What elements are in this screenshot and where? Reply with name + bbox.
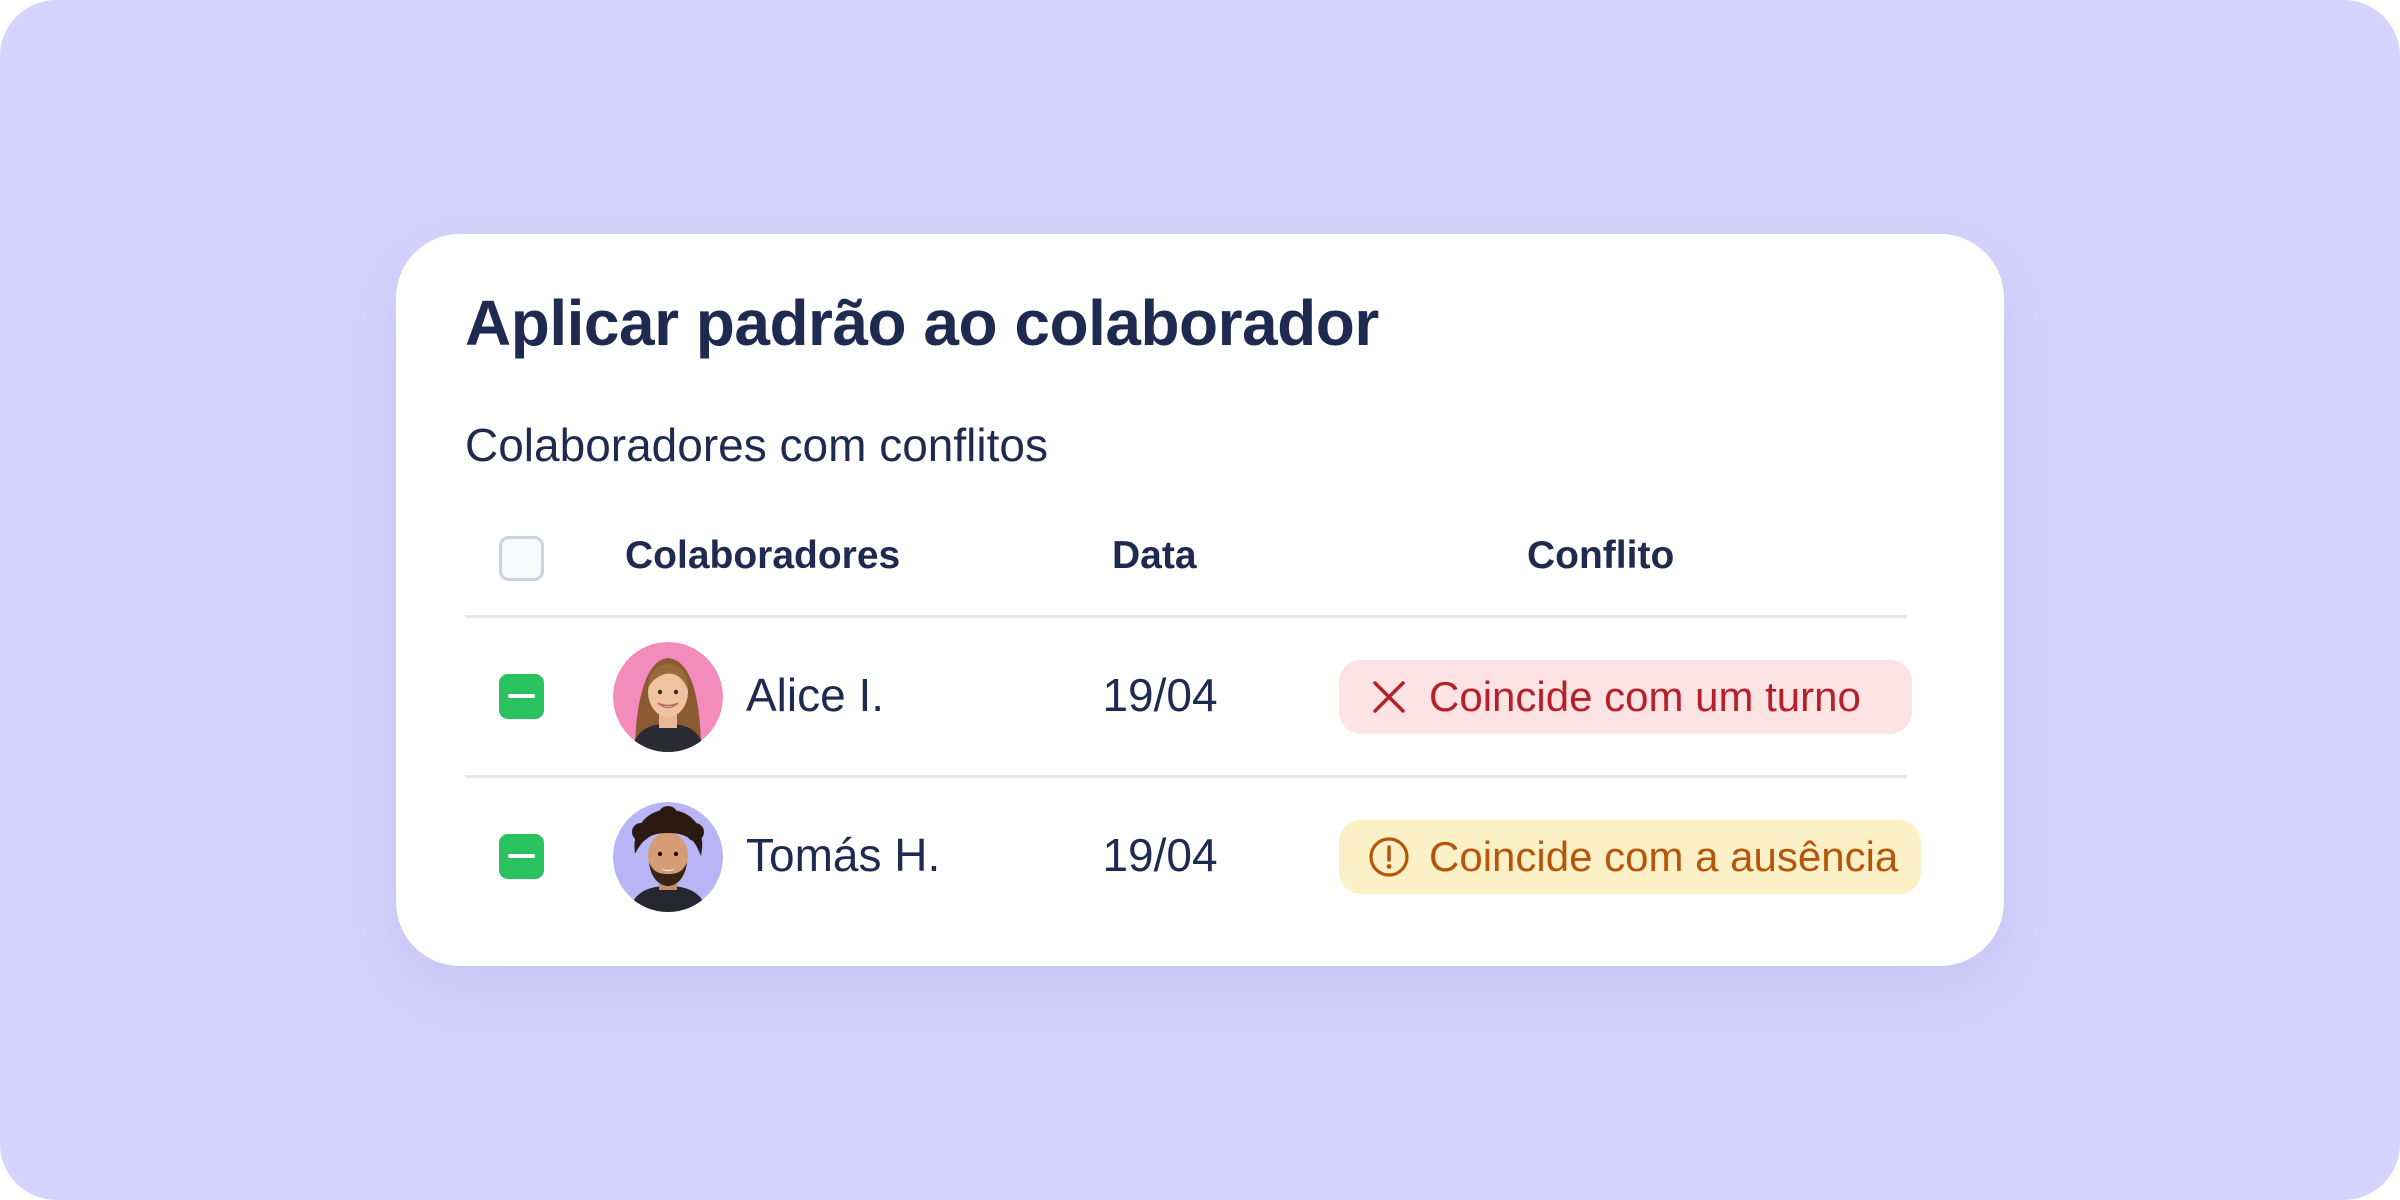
conflict-label: Coincide com a ausência bbox=[1429, 833, 1899, 880]
header-divider bbox=[465, 615, 1907, 618]
dialog-title: Aplicar padrão ao colaborador bbox=[465, 287, 1379, 359]
conflict-date: 19/04 bbox=[1102, 829, 1218, 881]
column-header-conflict[interactable]: Conflito bbox=[1527, 534, 1674, 578]
avatar bbox=[613, 802, 723, 912]
select-all-checkbox[interactable] bbox=[499, 536, 544, 581]
employee-name: Tomás H. bbox=[746, 829, 941, 881]
section-subtitle: Colaboradores com conflitos bbox=[465, 419, 1048, 471]
conflict-badge: Coincide com um turno bbox=[1339, 660, 1912, 734]
column-header-date[interactable]: Data bbox=[1112, 534, 1197, 578]
page-background: Aplicar padrão ao colaborador Colaborado… bbox=[0, 0, 2400, 1200]
employee-name: Alice I. bbox=[746, 669, 885, 721]
x-icon bbox=[1373, 681, 1405, 713]
row-checkbox[interactable] bbox=[499, 834, 544, 879]
row-checkbox[interactable] bbox=[499, 674, 544, 719]
conflict-date: 19/04 bbox=[1102, 669, 1218, 721]
conflict-badge: Coincide com a ausência bbox=[1339, 820, 1921, 894]
column-header-employees[interactable]: Colaboradores bbox=[625, 534, 900, 578]
indeterminate-dash-icon bbox=[508, 694, 535, 698]
conflict-label: Coincide com um turno bbox=[1429, 673, 1861, 720]
avatar bbox=[613, 642, 723, 752]
dialog-card: Aplicar padrão ao colaborador Colaborado… bbox=[396, 234, 2004, 966]
indeterminate-dash-icon bbox=[508, 854, 535, 858]
alert-circle-icon bbox=[1369, 837, 1409, 877]
row-divider bbox=[465, 775, 1907, 778]
